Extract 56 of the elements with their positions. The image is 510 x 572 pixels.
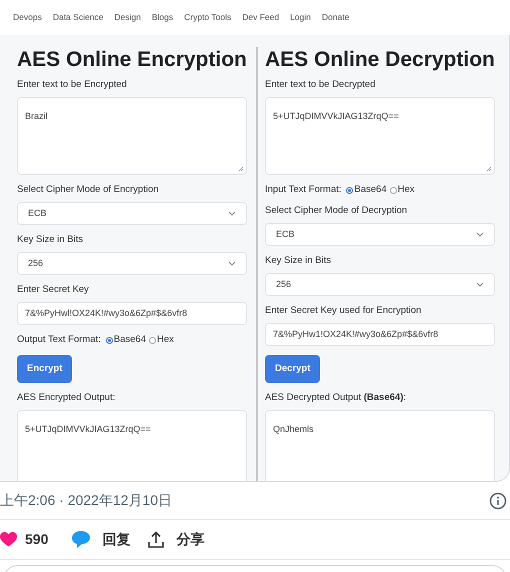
tweet-timestamp: 上午2:06 · 2022年12月10日 xyxy=(0,491,172,510)
radio-label: Hex xyxy=(157,332,174,347)
radio-label: Base64 xyxy=(114,332,146,347)
nav-link[interactable]: Donate xyxy=(322,11,350,24)
action-button[interactable]: Decrypt xyxy=(265,355,320,384)
like-count: 590 xyxy=(25,530,48,549)
radio-label: Hex xyxy=(398,182,415,197)
text-area[interactable]: 5+UTJqDIMVVkJIAG13ZrqQ== xyxy=(265,97,495,175)
input-field[interactable]: 7&%PyHwl!OX24K!#wy3o&6Zp#$&6vfr8 xyxy=(17,302,247,325)
reply-link[interactable]: 回复 xyxy=(102,529,130,550)
field-label: Enter Secret Key used for Encryption xyxy=(265,305,422,317)
dropdown-select[interactable]: ECB xyxy=(17,202,247,225)
chevron-down-icon xyxy=(228,211,236,216)
field-label: AES Decrypted Output (Base64): xyxy=(265,392,407,404)
nav-link[interactable]: Blogs xyxy=(152,11,174,24)
radio-button[interactable] xyxy=(106,336,113,344)
panel-title: AES Online Encryption xyxy=(17,47,247,73)
field-label: Key Size in Bits xyxy=(265,255,332,267)
share-link[interactable]: 分享 xyxy=(176,529,204,550)
field-label: Enter text to be Encrypted xyxy=(17,79,128,91)
nav-link[interactable]: Devops xyxy=(13,11,42,24)
radio-button[interactable] xyxy=(390,186,397,194)
dropdown-select[interactable]: 256 xyxy=(17,252,247,275)
field-label: Select Cipher Mode of Decryption xyxy=(265,205,408,217)
share-icon[interactable] xyxy=(148,531,164,548)
text-area[interactable]: Brazil xyxy=(17,97,247,175)
nav-link[interactable]: Design xyxy=(114,11,141,24)
action-button[interactable]: Encrypt xyxy=(17,355,72,384)
nav-link[interactable]: Dev Feed xyxy=(242,11,280,24)
dropdown-select[interactable]: ECB xyxy=(265,223,495,246)
resize-grip-icon xyxy=(486,166,492,172)
chevron-down-icon xyxy=(476,282,484,287)
radio-label: Base64 xyxy=(354,182,387,197)
chevron-down-icon xyxy=(476,232,484,237)
field-label: Enter Secret Key xyxy=(17,284,90,296)
speech-bubble-icon[interactable] xyxy=(72,531,90,548)
field-label: Output Text Format: xyxy=(17,332,101,347)
heart-icon[interactable] xyxy=(0,532,17,547)
resize-grip-icon xyxy=(238,166,244,172)
input-field[interactable]: 7&%PyHw1!OX24K!#wy3o&6Zp#$&6vfr8 xyxy=(265,323,495,346)
nav-link[interactable]: Data Science xyxy=(52,11,104,24)
radio-button[interactable] xyxy=(346,186,354,194)
panel-title: AES Online Decryption xyxy=(265,47,495,73)
output-area: 5+UTJqDIMVVkJIAG13ZrqQ== xyxy=(17,410,247,481)
output-area: QnJhemls xyxy=(265,410,495,481)
field-label: AES Encrypted Output: xyxy=(17,392,116,404)
nav-link[interactable]: Login xyxy=(290,11,311,24)
dropdown-select[interactable]: 256 xyxy=(265,273,495,296)
field-label: Input Text Format: xyxy=(265,182,342,197)
chevron-down-icon xyxy=(228,261,236,266)
field-label: Key Size in Bits xyxy=(17,234,84,246)
radio-button[interactable] xyxy=(149,336,156,344)
field-label: Enter text to be Decrypted xyxy=(265,79,376,91)
nav-link[interactable]: Crypto Tools xyxy=(184,11,232,24)
info-icon[interactable] xyxy=(489,492,507,510)
field-label: Select Cipher Mode of Encryption xyxy=(17,184,160,196)
